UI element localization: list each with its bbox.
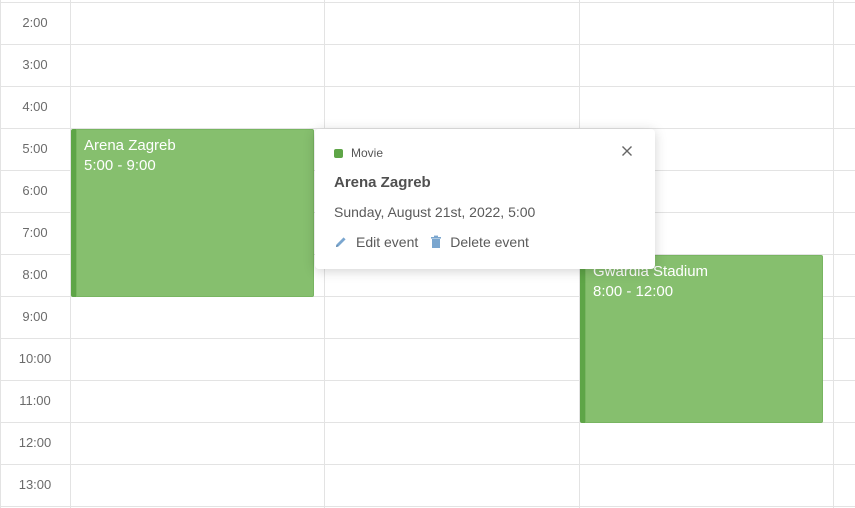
column-line [833,0,834,508]
hour-line [0,86,855,87]
time-label: 12:00 [18,435,52,450]
time-label: 10:00 [18,351,52,366]
hour-line [0,2,855,3]
time-label: 13:00 [18,477,52,492]
time-label: 11:00 [19,393,51,408]
event-gwardia-stadium[interactable]: Gwardia Stadium 8:00 - 12:00 [580,255,823,423]
popup-title: Arena Zagreb [334,174,431,191]
edit-event-button[interactable]: Edit event [334,234,418,250]
pencil-icon [336,237,346,247]
category-label: Movie [351,146,384,160]
popup-date: Sunday, August 21st, 2022, 5:00 [334,204,536,220]
time-label: 5:00 [22,141,48,156]
time-label: 3:00 [22,57,48,72]
popup-actions: Edit event Delete event [334,234,529,250]
delete-event-label: Delete event [450,234,529,250]
event-time: 8:00 - 12:00 [593,283,674,300]
hour-line [0,464,855,465]
event-details-popup: Movie Arena Zagreb Sunday, August 21st, … [315,129,655,269]
time-label: 8:00 [22,267,48,282]
time-label: 9:00 [22,309,48,324]
edit-event-label: Edit event [356,234,419,250]
close-icon[interactable] [619,143,635,159]
event-time: 5:00 - 9:00 [84,157,156,174]
time-label: 6:00 [22,183,48,198]
time-label: 4:00 [22,99,48,114]
delete-event-button[interactable]: Delete event [430,234,529,250]
event-arena-zagreb[interactable]: Arena Zagreb 5:00 - 9:00 [71,129,314,297]
trash-icon [431,235,442,248]
time-label: 2:00 [22,15,48,30]
hour-line [0,506,855,507]
event-title: Arena Zagreb [84,137,176,154]
event-category: Movie [334,146,383,160]
column-line [0,0,1,508]
time-label: 7:00 [22,225,48,240]
category-color-dot [334,148,343,158]
hour-line [0,44,855,45]
